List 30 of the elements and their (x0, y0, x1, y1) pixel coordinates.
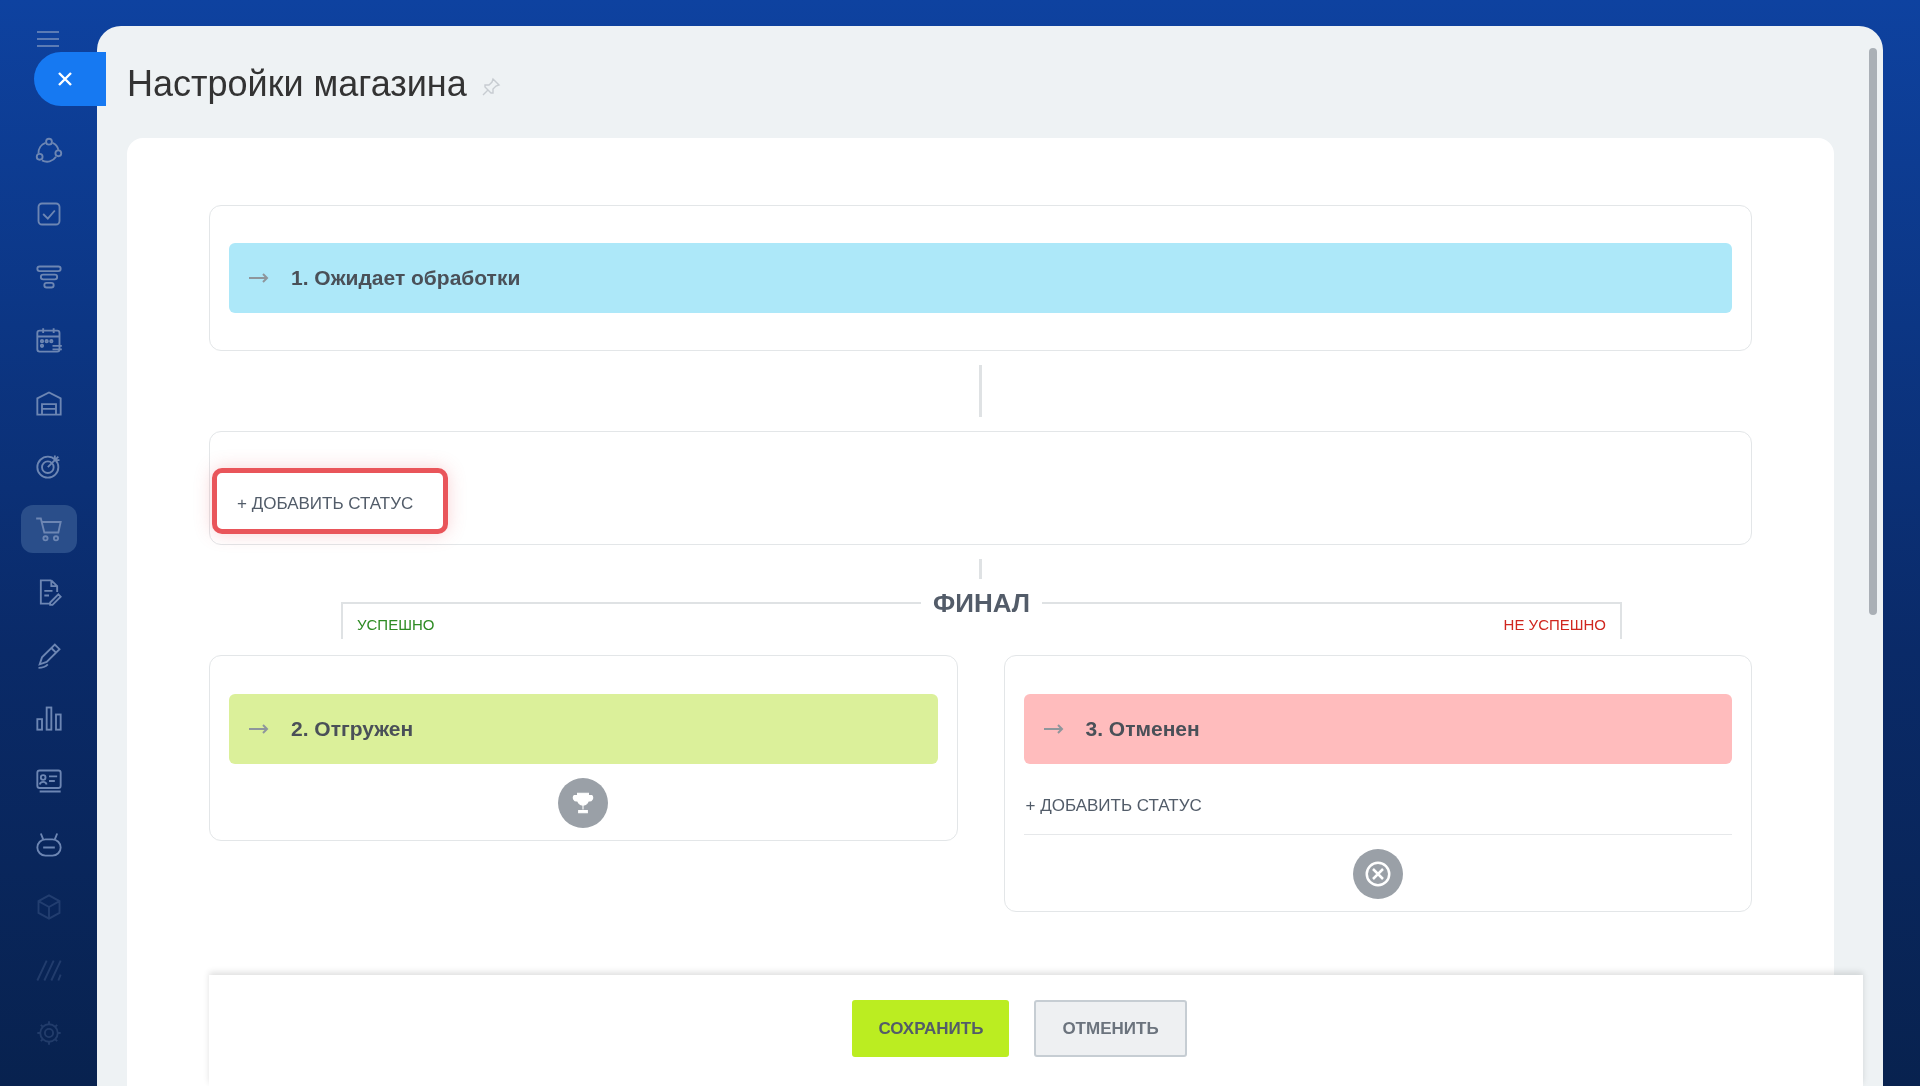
cancel-icon (1352, 849, 1403, 899)
failure-label: НЕ УСПЕШНО (1503, 615, 1606, 633)
arrow-icon (249, 273, 271, 283)
final-title: ФИНАЛ (932, 587, 1031, 619)
robot-icon[interactable] (34, 830, 63, 858)
warehouse-icon[interactable] (34, 389, 63, 417)
save-button[interactable]: СОХРАНИТЬ (852, 1000, 1010, 1057)
window-title: Настройки магазина (127, 63, 467, 105)
cancel-button[interactable]: ОТМЕНИТЬ (1034, 1000, 1187, 1057)
arrow-icon (1043, 724, 1066, 734)
success-label: УСПЕШНО (357, 615, 435, 633)
scrollbar[interactable] (1869, 48, 1877, 615)
funnel-icon[interactable] (34, 263, 63, 291)
bar-chart-icon[interactable] (34, 704, 63, 732)
status-bar[interactable]: 1. Ожидает обработки (229, 243, 1732, 313)
status-name: 3. Отменен (1085, 717, 1200, 741)
status-bar[interactable]: 3. Отменен (1023, 694, 1732, 764)
trophy-icon (558, 778, 609, 828)
status-name: 2. Отгружен (291, 717, 414, 741)
nodes-icon[interactable] (34, 137, 63, 165)
status-bar[interactable]: 2. Отгружен (229, 694, 938, 764)
status-name: 1. Ожидает обработки (291, 266, 521, 290)
calendar-icon[interactable] (34, 326, 63, 354)
selected-item-background[interactable] (20, 505, 77, 553)
close-button[interactable] (34, 52, 106, 106)
contact-card-icon[interactable] (34, 767, 63, 795)
add-status-button[interactable]: + ДОБАВИТЬ СТАТУС (212, 468, 448, 534)
arrow-icon (249, 724, 271, 734)
menu-icon[interactable] (35, 30, 60, 48)
cart-icon[interactable] (34, 515, 63, 543)
